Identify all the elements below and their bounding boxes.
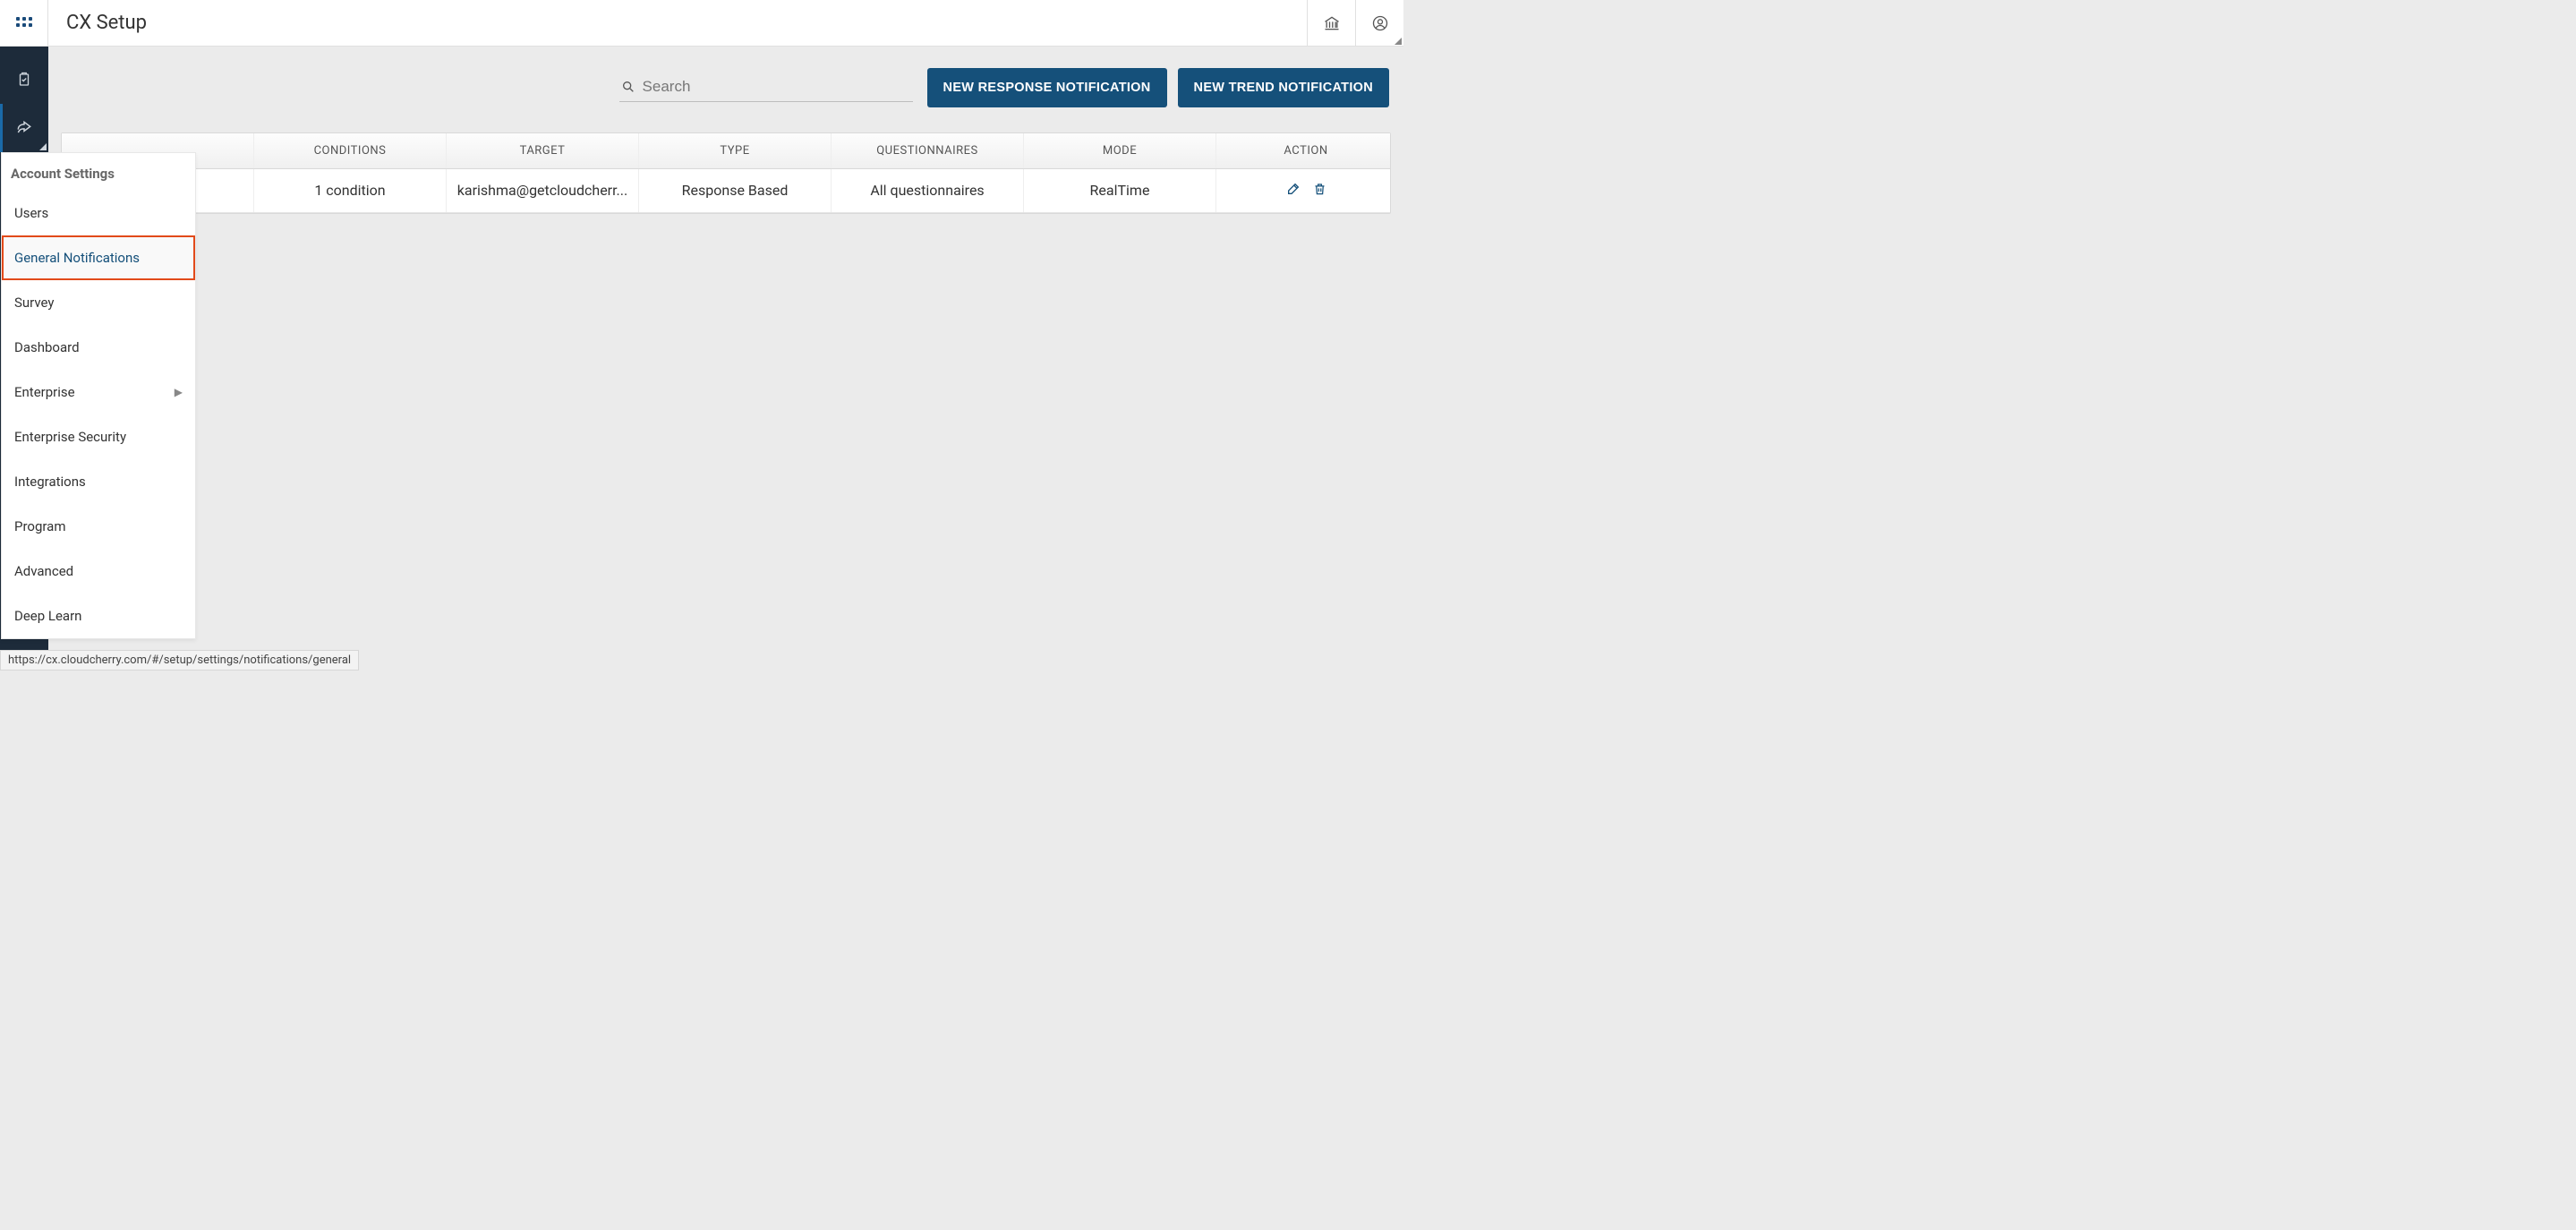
notifications-table: CONDITIONS TARGET TYPE QUESTIONNAIRES MO… <box>61 132 1391 214</box>
user-circle-icon <box>1371 14 1389 32</box>
apps-launcher-button[interactable] <box>0 0 48 47</box>
toolbar: NEW RESPONSE NOTIFICATION NEW TREND NOTI… <box>61 68 1391 107</box>
org-button[interactable] <box>1307 0 1355 47</box>
main-content: NEW RESPONSE NOTIFICATION NEW TREND NOTI… <box>48 47 1403 671</box>
td-conditions: 1 condition <box>254 169 447 212</box>
sidebar-item-general-notifications[interactable]: General Notifications <box>2 235 195 280</box>
table-header-row: CONDITIONS TARGET TYPE QUESTIONNAIRES MO… <box>62 133 1390 169</box>
page-title: CX Setup <box>66 12 147 34</box>
top-bar: CX Setup <box>0 0 1403 47</box>
sidebar-item-label: Dashboard <box>14 339 80 355</box>
td-questionnaires: All questionnaires <box>832 169 1024 212</box>
sidebar-item-label: Advanced <box>14 563 73 579</box>
submenu-indicator-icon <box>39 143 47 150</box>
th-type: TYPE <box>639 133 832 168</box>
edit-button[interactable] <box>1286 182 1301 200</box>
sidebar-item-label: General Notifications <box>14 250 140 266</box>
sidebar-item-users[interactable]: Users <box>2 191 195 235</box>
sidebar-item-enterprise[interactable]: Enterprise ▶ <box>2 370 195 414</box>
sidebar-item-program[interactable]: Program <box>2 504 195 549</box>
sidebar-item-label: Users <box>14 205 48 221</box>
td-action <box>1216 169 1395 212</box>
user-menu-button[interactable] <box>1355 0 1403 47</box>
table-body: 1 condition karishma@getcloudcherr... Re… <box>62 169 1390 213</box>
table-row[interactable]: 1 condition karishma@getcloudcherr... Re… <box>62 169 1390 213</box>
sidebar-item-advanced[interactable]: Advanced <box>2 549 195 594</box>
sidebar-item-label: Program <box>14 518 65 534</box>
td-target: karishma@getcloudcherr... <box>447 169 639 212</box>
sidebar-item-integrations[interactable]: Integrations <box>2 459 195 504</box>
account-settings-flyout: Account Settings Users General Notificat… <box>1 152 196 639</box>
th-questionnaires: QUESTIONNAIRES <box>832 133 1024 168</box>
th-target: TARGET <box>447 133 639 168</box>
td-type: Response Based <box>639 169 832 212</box>
sidebar-item-label: Enterprise <box>14 384 75 400</box>
rail-item-share[interactable] <box>0 104 48 152</box>
topbar-right <box>1307 0 1403 47</box>
new-trend-notification-button[interactable]: NEW TREND NOTIFICATION <box>1178 68 1389 107</box>
sidebar-item-label: Integrations <box>14 474 86 490</box>
search-input[interactable] <box>643 78 911 96</box>
sidebar-item-dashboard[interactable]: Dashboard <box>2 325 195 370</box>
td-mode: RealTime <box>1024 169 1216 212</box>
sidebar-item-label: Deep Learn <box>14 608 81 624</box>
rail-item-surveys[interactable] <box>0 56 48 104</box>
sidebar-item-enterprise-security[interactable]: Enterprise Security <box>2 414 195 459</box>
sidebar-item-deep-learn[interactable]: Deep Learn <box>2 594 195 638</box>
new-response-notification-button[interactable]: NEW RESPONSE NOTIFICATION <box>927 68 1167 107</box>
search-icon <box>621 80 635 94</box>
sidebar-item-label: Enterprise Security <box>14 429 126 445</box>
bank-icon <box>1323 14 1341 32</box>
delete-button[interactable] <box>1313 182 1326 200</box>
th-conditions: CONDITIONS <box>254 133 447 168</box>
trash-icon <box>1313 182 1326 196</box>
share-arrow-icon <box>15 119 33 137</box>
search-field-wrap[interactable] <box>619 74 913 102</box>
flyout-heading: Account Settings <box>2 153 195 191</box>
th-mode: MODE <box>1024 133 1216 168</box>
sidebar-item-survey[interactable]: Survey <box>2 280 195 325</box>
th-action: ACTION <box>1216 133 1395 168</box>
apps-grid-icon <box>16 17 32 30</box>
chevron-right-icon: ▶ <box>175 386 183 398</box>
dropdown-indicator-icon <box>1395 38 1402 45</box>
clipboard-check-icon <box>16 72 32 88</box>
sidebar-item-label: Survey <box>14 295 55 311</box>
status-bar-url: https://cx.cloudcherry.com/#/setup/setti… <box>0 650 359 671</box>
edit-icon <box>1286 182 1301 196</box>
